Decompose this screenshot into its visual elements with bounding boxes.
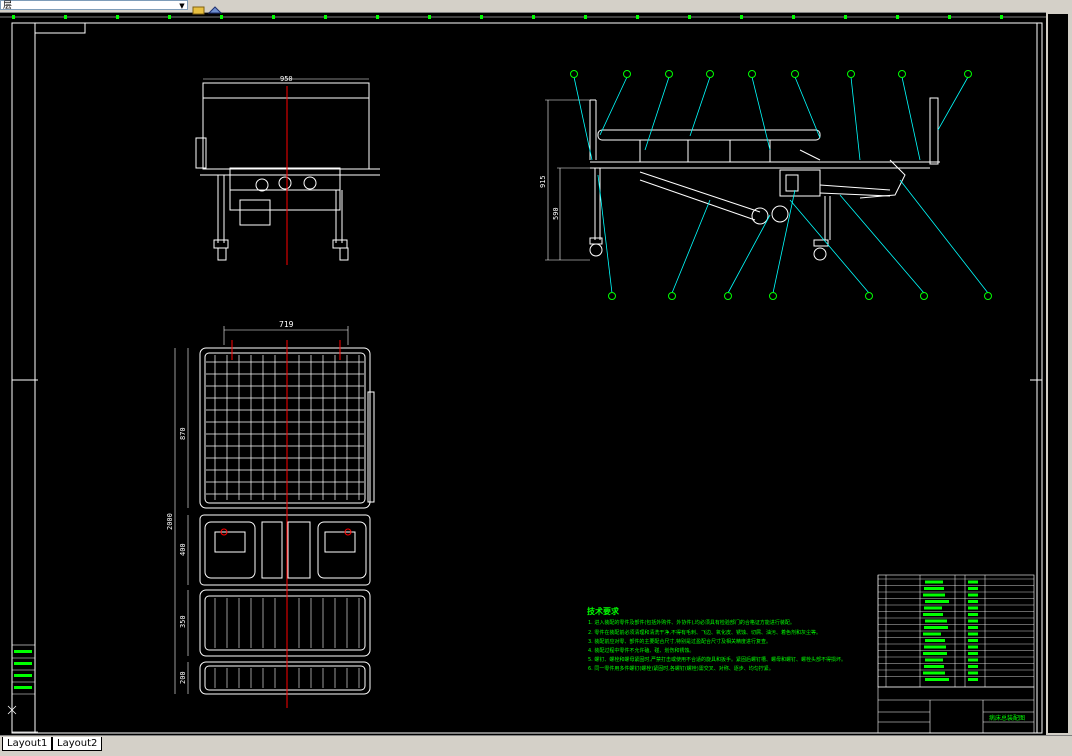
drawing-canvas[interactable]: 950 915 590 719 2000 870 400 350 200 病床总… (0, 0, 1072, 755)
plan-seg1-dim: 870 (179, 427, 187, 440)
bom-cell-text (923, 613, 943, 616)
ruler-tick (324, 15, 327, 19)
vertical-scrollbar[interactable] (1046, 12, 1072, 735)
scroll-track[interactable] (1048, 14, 1068, 733)
note-line: 1. 进入装配的零件及部件(包括外购件、外协件),均必须具有检验部门的合格证方能… (588, 620, 795, 626)
bom-cell-text (925, 580, 943, 584)
sheet-outer-border (11, 22, 1043, 734)
plan-total-length-dim: 2000 (166, 513, 174, 530)
bom-cell-text (924, 645, 946, 649)
bom-cell-text (968, 626, 978, 629)
note-line: 3. 装配前应对零、部件的主要配合尺寸,特别是过盈配合尺寸及相关精度进行复查。 (588, 639, 771, 645)
ruler-tick (272, 15, 275, 19)
bom-cell-text (924, 606, 942, 610)
ruler-tick (480, 15, 483, 19)
title-block (877, 686, 1035, 734)
bom-cell-text (968, 619, 978, 623)
balloon-leaders-bottom (597, 174, 989, 294)
bom-cell-text (923, 593, 945, 597)
bom-cell-text (968, 600, 978, 603)
front-view (195, 78, 380, 261)
balloon-leaders-top (573, 76, 969, 161)
bom-cell-text (968, 639, 978, 642)
bom-cell-text (968, 658, 978, 662)
bom-cell-text (924, 587, 944, 590)
bom-cell-text (923, 632, 941, 636)
ruler-tick (844, 15, 847, 19)
layout-tab-bar: Layout1 Layout2 (0, 735, 1072, 756)
note-line: 4. 装配过程中零件不允许磕、碰、划伤和锈蚀。 (588, 648, 695, 654)
bom-cell-text (968, 652, 978, 655)
drawing-name: 病床总装配图 (989, 714, 1025, 722)
ruler-tick (116, 15, 119, 19)
bom-cell-text (968, 593, 978, 597)
bom-cell-text (968, 587, 978, 590)
bom-cell-text (968, 665, 978, 668)
plan-seg2-dim: 400 (179, 543, 187, 556)
front-width-dim: 950 (280, 75, 293, 83)
bom-cell-text (968, 606, 978, 610)
bom-cell-text (923, 671, 945, 675)
bom-cell-text (968, 580, 978, 584)
bom-cell-text (968, 671, 978, 675)
ruler-tick (428, 15, 431, 19)
bom-cell-text (968, 678, 978, 681)
plan-dimensions (174, 326, 349, 694)
tab-layout1[interactable]: Layout1 (2, 737, 53, 751)
bom-cell-text (925, 639, 945, 642)
bom-cell-text (925, 678, 949, 681)
corner-label-box (34, 22, 86, 34)
bom-cell-text (924, 626, 948, 629)
side-view (589, 97, 940, 261)
ruler-tick (948, 15, 951, 19)
side-height-partial-dim: 590 (552, 207, 560, 220)
ruler-tick (532, 15, 535, 19)
bom-cell-text (925, 619, 947, 623)
ruler-tick (376, 15, 379, 19)
plan-seg3-dim: 350 (179, 615, 187, 628)
note-line: 2. 零件在装配前必须清理和清洗干净,不得有毛刺、飞边、氧化皮、锈蚀、切屑、油污… (588, 630, 821, 636)
side-view-dimensions (545, 99, 590, 261)
ruler-tick (1000, 15, 1003, 19)
bom-cell-text (924, 665, 944, 668)
plan-seg4-dim: 200 (179, 671, 187, 684)
ruler-tick (896, 15, 899, 19)
ruler-tick (740, 15, 743, 19)
side-height-total-dim: 915 (539, 175, 547, 188)
bom-cell-text (968, 613, 978, 616)
note-line: 5. 螺钉、螺栓和螺母紧固时,严禁打击或使用不合适的旋具和扳手。紧固后螺钉槽、螺… (588, 657, 846, 663)
bom-cell-text (925, 600, 949, 603)
ruler-tick (12, 15, 15, 19)
revision-table-text (14, 650, 32, 689)
note-line: 6. 同一零件用多件螺钉(螺栓)紧固时,各螺钉(螺栓)需交叉、对称、逐步、均匀拧… (588, 666, 774, 672)
tab-layout2[interactable]: Layout2 (52, 737, 103, 751)
ruler-tick (220, 15, 223, 19)
ruler-tick (792, 15, 795, 19)
ruler-tick (64, 15, 67, 19)
ruler-tick (688, 15, 691, 19)
bom-cell-text (968, 645, 978, 649)
ruler-tick (168, 15, 171, 19)
balloon-circles-top (570, 70, 972, 78)
bom-cell-text (968, 632, 978, 636)
plan-red-markers (220, 340, 352, 536)
bom-cell-text (923, 652, 947, 655)
bom-rows (877, 575, 1034, 687)
balloon-circles-bottom (608, 292, 992, 300)
notes-title: 技术要求 (587, 607, 619, 616)
plan-width-dim: 719 (279, 320, 294, 329)
bom-cell-text (925, 658, 943, 662)
ruler-tick (584, 15, 587, 19)
ruler-tick (636, 15, 639, 19)
